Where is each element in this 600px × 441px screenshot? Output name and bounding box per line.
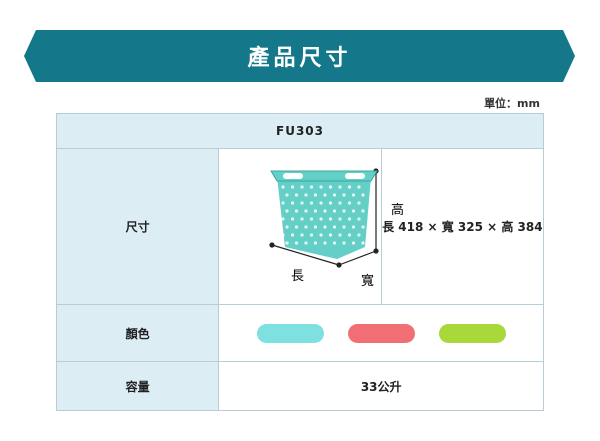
swatch-teal xyxy=(256,323,324,343)
color-swatches xyxy=(219,323,543,343)
swatch-lime xyxy=(438,323,506,343)
length-label: 長 xyxy=(291,269,304,284)
unit-label: 單位：mm xyxy=(484,97,540,110)
capacity-label: 容量 xyxy=(55,361,220,411)
basket-diagram-cell: 高 長 寬 xyxy=(218,148,404,305)
swatch-coral xyxy=(347,323,415,343)
size-label: 尺寸 xyxy=(55,148,220,305)
capacity-value: 33公升 xyxy=(218,361,544,411)
color-swatches-cell xyxy=(218,304,544,362)
spec-table: FU303 尺寸 高 長 寬 長 418 × 寬 325 × 高 384 顏色 … xyxy=(55,113,545,411)
title-banner: 產品尺寸 xyxy=(24,30,575,82)
banner-title: 產品尺寸 xyxy=(247,46,352,71)
width-label: 寬 xyxy=(361,273,374,289)
height-label: 高 xyxy=(391,202,404,218)
color-label: 顏色 xyxy=(55,304,220,362)
model-header: FU303 xyxy=(56,113,544,149)
